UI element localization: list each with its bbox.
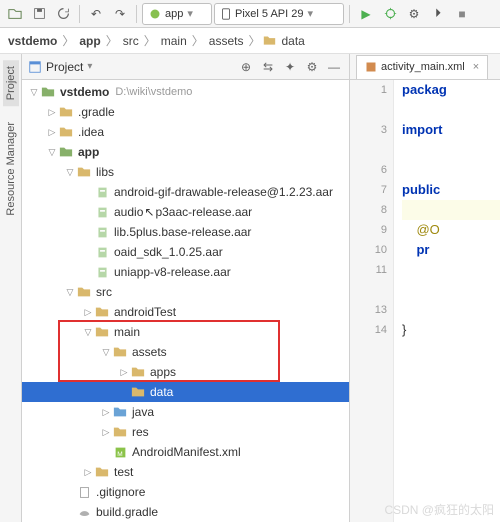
tree-data[interactable]: data (22, 382, 349, 402)
tree-manifest[interactable]: MAndroidManifest.xml (22, 442, 349, 462)
tree-root[interactable]: ▽ vstdemo D:\wiki\vstdemo (22, 82, 349, 102)
attach-icon[interactable]: ⏵ (427, 3, 449, 25)
tree-main[interactable]: ▽main (22, 322, 349, 342)
side-tab-resource-manager[interactable]: Resource Manager (3, 116, 19, 222)
cursor-icon: ↖ (144, 205, 154, 219)
tree-res[interactable]: ▷res (22, 422, 349, 442)
target-icon[interactable]: ⊕ (237, 58, 255, 76)
tree-lib2[interactable]: audio↖p3aac-release.aar (22, 202, 349, 222)
collapse-icon[interactable]: ⇆ (259, 58, 277, 76)
debug-icon[interactable] (379, 3, 401, 25)
tree-buildgradle[interactable]: build.gradle (22, 502, 349, 522)
tree-gradle[interactable]: ▷.gradle (22, 102, 349, 122)
run-icon[interactable]: ▶ (355, 3, 377, 25)
tree-java[interactable]: ▷java (22, 402, 349, 422)
tree-src[interactable]: ▽src (22, 282, 349, 302)
panel-title: Project (46, 60, 83, 74)
device-label: Pixel 5 API 29 (235, 8, 304, 20)
folder-icon (263, 34, 276, 47)
project-tree[interactable]: ▽ vstdemo D:\wiki\vstdemo ▷.gradle ▷.ide… (22, 80, 349, 522)
tab-label: activity_main.xml (381, 61, 465, 73)
tree-test[interactable]: ▷test (22, 462, 349, 482)
editor-gutter: 1 3 6 7 8 9 10 11 13 14 (350, 80, 394, 522)
gear-icon[interactable]: ⚙ (303, 58, 321, 76)
bc-2[interactable]: src (121, 34, 141, 48)
project-panel: Project ▾ ⊕ ⇆ ✦ ⚙ — ▽ vstdemo D:\wiki\vs… (22, 54, 350, 522)
tree-app[interactable]: ▽app (22, 142, 349, 162)
tree-lib4[interactable]: oaid_sdk_1.0.25.aar (22, 242, 349, 262)
bc-1[interactable]: app (77, 34, 102, 48)
svg-text:M: M (117, 450, 122, 457)
sync-icon[interactable] (52, 3, 74, 25)
tree-androidtest[interactable]: ▷androidTest (22, 302, 349, 322)
tree-lib5[interactable]: uniapp-v8-release.aar (22, 262, 349, 282)
main-toolbar: ↶ ↷ app ▾ Pixel 5 API 29 ▾ ▶ ⚙ ⏵ ■ (0, 0, 500, 28)
tab-activity-main[interactable]: activity_main.xml × (356, 55, 488, 79)
module-selector[interactable]: app ▾ (142, 3, 212, 25)
device-selector[interactable]: Pixel 5 API 29 ▾ (214, 3, 344, 25)
tree-lib3[interactable]: lib.5plus.base-release.aar (22, 222, 349, 242)
profile-icon[interactable]: ⚙ (403, 3, 425, 25)
undo-icon[interactable]: ↶ (85, 3, 107, 25)
project-view-icon (28, 60, 42, 74)
tree-apps[interactable]: ▷apps (22, 362, 349, 382)
android-icon (149, 8, 161, 20)
save-icon[interactable] (28, 3, 50, 25)
root-hint: D:\wiki\vstdemo (115, 86, 192, 98)
root-label: vstdemo (60, 85, 109, 99)
redo-icon[interactable]: ↷ (109, 3, 131, 25)
xml-file-icon (365, 61, 377, 73)
options-icon[interactable]: ✦ (281, 58, 299, 76)
bc-4[interactable]: assets (207, 34, 246, 48)
module-label: app (165, 8, 183, 20)
bc-0[interactable]: vstdemo (6, 34, 59, 48)
bc-3[interactable]: main (159, 34, 189, 48)
close-icon[interactable]: × (473, 61, 479, 73)
tree-libs[interactable]: ▽libs (22, 162, 349, 182)
tree-idea[interactable]: ▷.idea (22, 122, 349, 142)
tree-gitignore[interactable]: .gitignore (22, 482, 349, 502)
tree-lib1[interactable]: android-gif-drawable-release@1.2.23.aar (22, 182, 349, 202)
stop-icon[interactable]: ■ (451, 3, 473, 25)
hide-icon[interactable]: — (325, 58, 343, 76)
side-tab-project[interactable]: Project (3, 60, 19, 106)
editor-content[interactable]: packag import public @O pr } (394, 80, 500, 522)
editor-pane: activity_main.xml × 1 3 6 7 8 9 10 11 13… (350, 54, 500, 522)
project-panel-header: Project ▾ ⊕ ⇆ ✦ ⚙ — (22, 54, 349, 80)
tool-window-bar: Project Resource Manager (0, 54, 22, 522)
editor-tabs: activity_main.xml × (350, 54, 500, 80)
breadcrumb: vstdemo〉 app〉 src〉 main〉 assets〉 data (0, 28, 500, 54)
tree-assets[interactable]: ▽assets (22, 342, 349, 362)
bc-5[interactable]: data (279, 34, 306, 48)
phone-icon (221, 8, 231, 20)
open-icon[interactable] (4, 3, 26, 25)
